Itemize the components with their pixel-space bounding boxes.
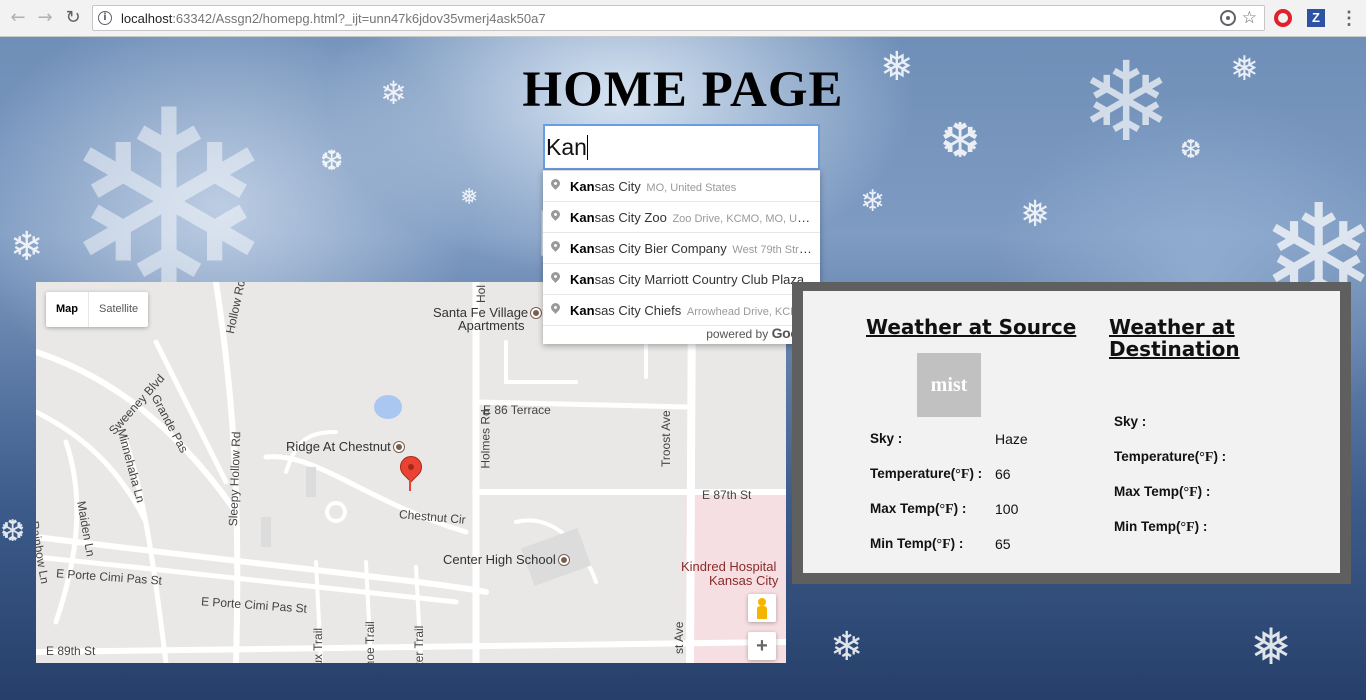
zoom-in-button[interactable]: +: [748, 632, 776, 660]
pegman-icon[interactable]: [748, 594, 776, 622]
autocomplete-item[interactable]: Kansas City Zoo Zoo Drive, KCMO, MO, Uni…: [543, 202, 820, 233]
browser-toolbar: ← → ↻ i localhost:63342/Assgn2/homepg.ht…: [0, 0, 1366, 37]
map-label-troost: Troost Ave: [659, 410, 673, 467]
snowflake-decoration-icon: ❆: [940, 113, 981, 169]
map-label-e86: E 86 Terrace: [483, 403, 551, 417]
location-icon[interactable]: [1220, 10, 1236, 26]
weather-dest-heading-line2: Destination: [1109, 337, 1240, 361]
autocomplete-item[interactable]: Kansas City MO, United States: [543, 171, 820, 202]
weather-source-heading: Weather at Source: [866, 315, 1077, 339]
poi-icon: [393, 442, 404, 452]
weather-dest-heading-line1: Weather at: [1109, 315, 1235, 339]
map-label-e87: E 87th St: [702, 488, 752, 502]
location-pin-icon: [549, 177, 562, 190]
location-pin-icon: [549, 208, 562, 221]
snowflake-decoration-icon: ❅: [1250, 618, 1292, 676]
location-pin-icon: [549, 270, 562, 283]
autocomplete-dropdown: Kansas City MO, United States Kansas Cit…: [543, 170, 820, 344]
map-label-kindred: Kindred Hospital: [681, 559, 777, 574]
source-min-value: 65: [995, 536, 1011, 552]
snowflake-decoration-icon: ❅: [460, 185, 479, 210]
poi-icon: [558, 555, 569, 565]
poi-icon: [531, 308, 542, 318]
mist-weather-icon: mist: [917, 353, 981, 417]
map-label-kansas-city: Kansas City: [709, 573, 779, 588]
map-label-sioux: Sioux Trail: [311, 627, 325, 663]
autocomplete-item[interactable]: Kansas City Chiefs Arrowhead Drive, KCMO…: [543, 295, 820, 326]
search-input-value: Kan: [546, 134, 587, 160]
map-label-holmes: Holmes Rd: [478, 409, 493, 469]
snowflake-decoration-icon: ❆: [320, 144, 344, 177]
address-bar[interactable]: i localhost:63342/Assgn2/homepg.html?_ij…: [92, 5, 1265, 31]
source-temp-value: 66: [995, 466, 1011, 482]
autocomplete-item[interactable]: Kansas City Bier Company West 79th Stree…: [543, 233, 820, 264]
map-label-troost-bottom: st Ave: [672, 621, 686, 654]
dest-max-label: Max Temp(°F) :: [1114, 484, 1211, 500]
url-path: :63342/Assgn2/homepg.html?_ijt=unn47k6jd…: [172, 11, 546, 26]
map-type-map-button[interactable]: Map: [46, 292, 89, 327]
snowflake-decoration-icon: ❄: [830, 624, 864, 670]
kebab-menu-icon[interactable]: ⋮: [1340, 8, 1358, 28]
dest-min-label: Min Temp(°F) :: [1114, 519, 1208, 535]
snowflake-decoration-icon: ❅: [1020, 194, 1051, 235]
map-label-holmes-top: Hol: [474, 284, 489, 304]
autocomplete-item[interactable]: Kansas City Marriott Country Club Plaza: [543, 264, 820, 295]
opera-extension-icon[interactable]: [1274, 9, 1292, 27]
map-type-control[interactable]: Map Satellite: [46, 292, 149, 327]
text-caret: [586, 135, 588, 160]
url-host: localhost: [121, 11, 173, 26]
source-temp-label: Temperature(°F) :: [870, 466, 983, 482]
forward-arrow-icon[interactable]: →: [35, 8, 55, 28]
source-min-label: Min Temp(°F) :: [870, 536, 964, 552]
map-pin-tail: [409, 475, 411, 491]
map-label-custer: Custer Trail: [412, 625, 426, 663]
page-title: HOME PAGE: [522, 62, 844, 118]
map-label-center-high: Center High School: [443, 552, 569, 567]
info-icon[interactable]: i: [98, 11, 112, 25]
zotero-extension-icon[interactable]: Z: [1307, 9, 1325, 27]
source-max-value: 100: [995, 501, 1019, 517]
url-text[interactable]: localhost:63342/Assgn2/homepg.html?_ijt=…: [121, 11, 546, 26]
snowflake-decoration-icon: ❄: [860, 184, 886, 219]
map-label-e89: E 89th St: [46, 644, 96, 658]
snowflake-decoration-icon: ❄: [10, 224, 44, 270]
reload-icon[interactable]: ↻: [63, 8, 83, 28]
map-label-ivanhoe: Ivanhoe Trail: [363, 621, 377, 663]
dest-temp-label: Temperature(°F) :: [1114, 449, 1227, 465]
map-label-ridge: Ridge At Chestnut: [286, 439, 404, 454]
map-type-satellite-button[interactable]: Satellite: [89, 292, 148, 327]
snowflake-decoration-icon: ❆: [0, 514, 26, 549]
location-search-input[interactable]: Kan: [543, 124, 820, 170]
dest-sky-label: Sky :: [1114, 414, 1147, 429]
back-arrow-icon[interactable]: ←: [8, 8, 28, 28]
snowflake-decoration-icon: ❆: [1180, 135, 1202, 165]
source-max-label: Max Temp(°F) :: [870, 501, 967, 517]
location-pin-icon: [549, 239, 562, 252]
source-sky-label: Sky :: [870, 431, 903, 446]
source-sky-value: Haze: [995, 431, 1028, 447]
bookmark-star-icon[interactable]: ☆: [1242, 8, 1257, 28]
location-pin-icon: [549, 301, 562, 314]
map-label-apartments: Apartments: [458, 318, 525, 333]
